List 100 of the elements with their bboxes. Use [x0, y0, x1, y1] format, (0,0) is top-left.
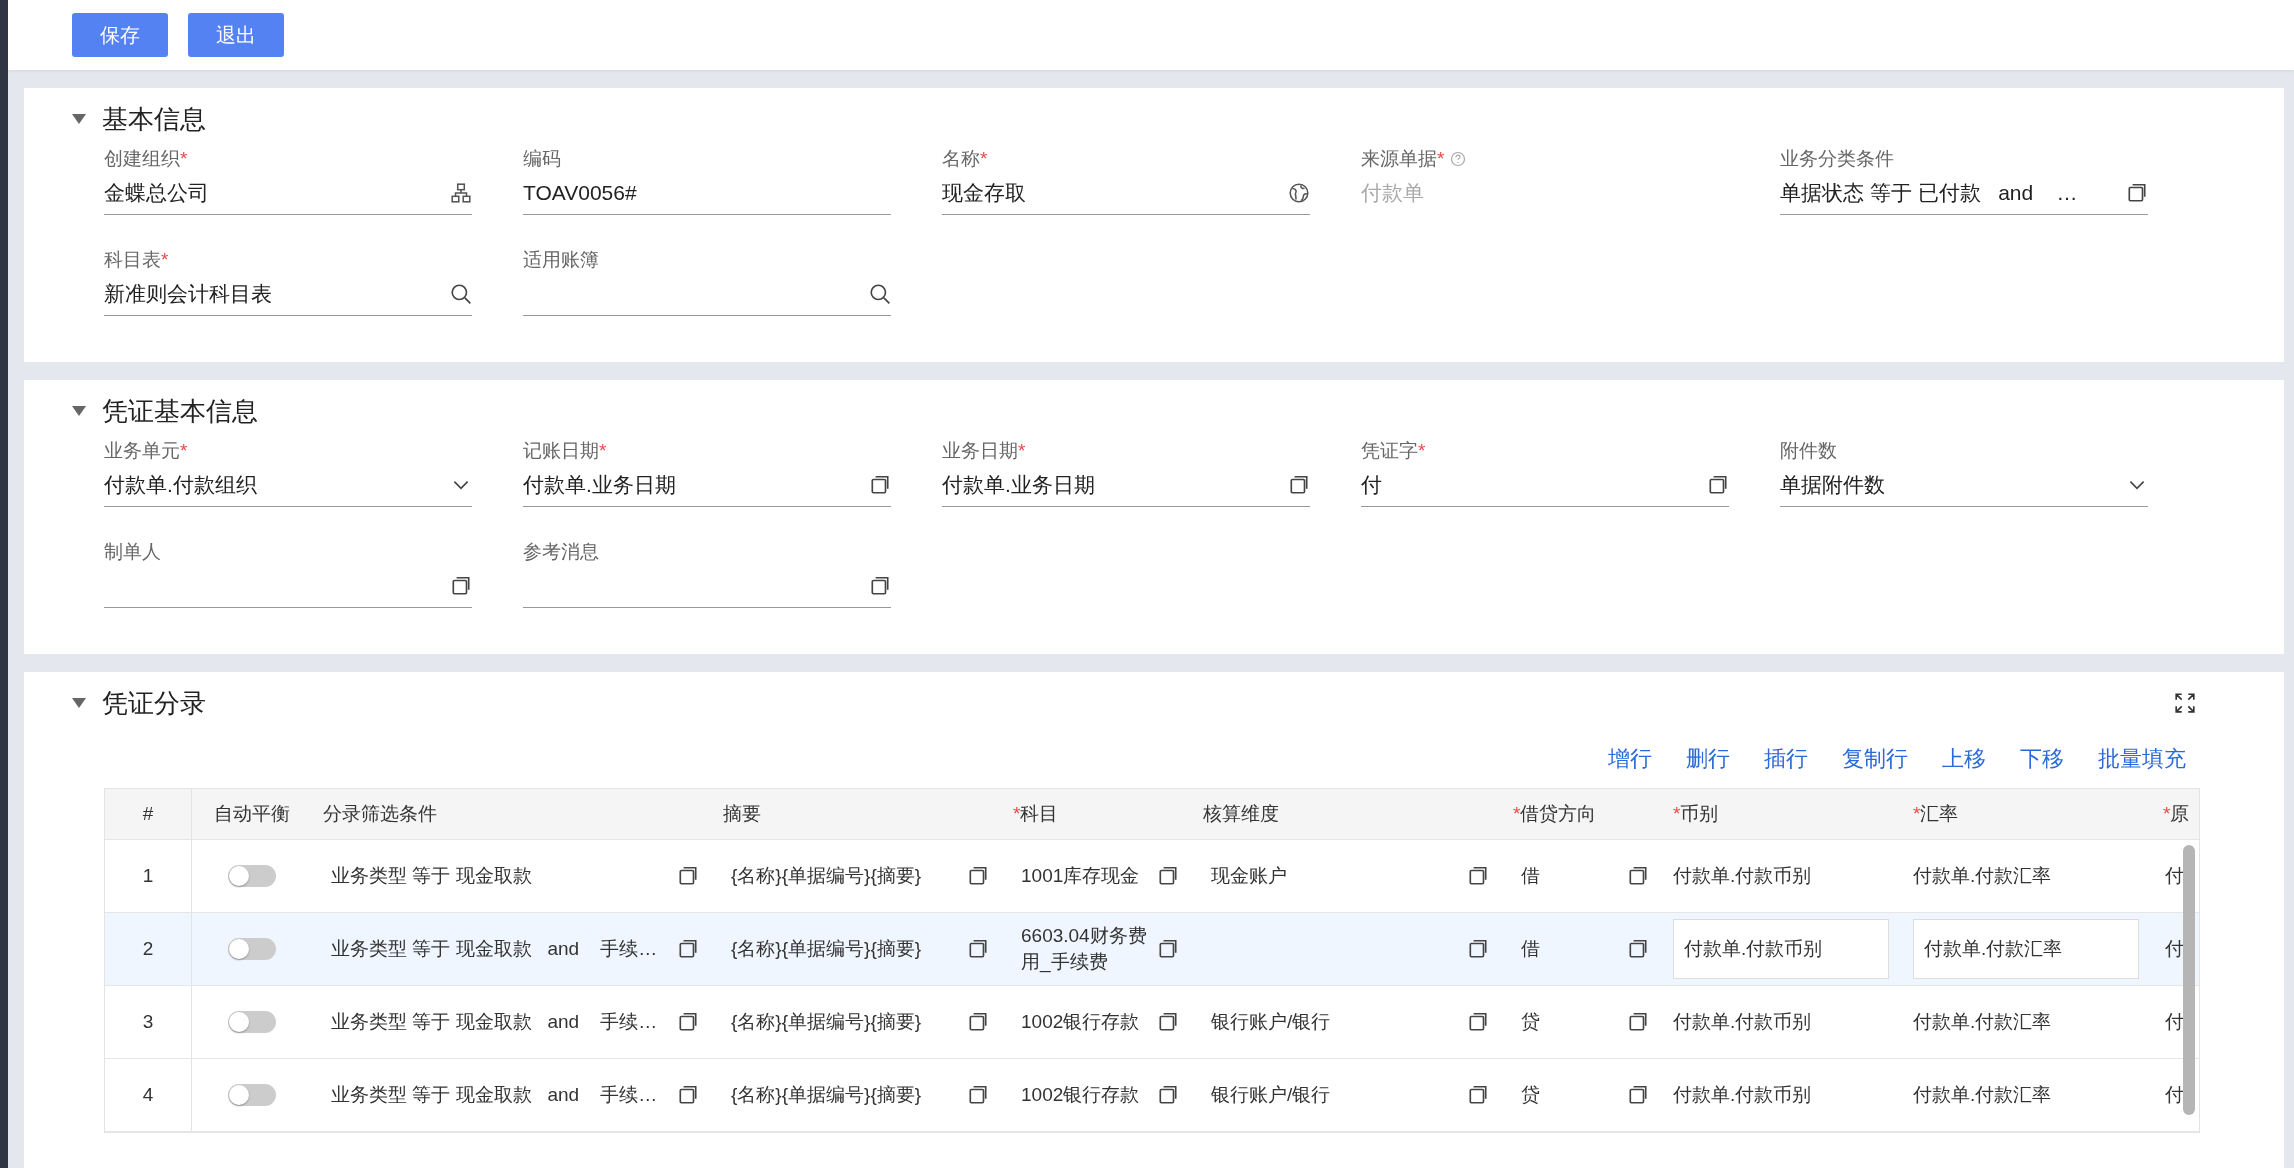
toggle-switch[interactable]	[227, 1084, 276, 1106]
column-header: *币别	[1673, 802, 1719, 826]
input-field[interactable]: 付款单.付款组织	[104, 464, 472, 507]
table-cell-text: 贷	[1521, 1010, 1540, 1034]
input-field[interactable]: 新准则会计科目表	[104, 273, 472, 316]
copy-icon[interactable]	[967, 938, 989, 960]
copy-icon[interactable]	[677, 938, 699, 960]
toggle-switch[interactable]	[227, 1011, 276, 1033]
field-label: 附件数	[1780, 439, 1837, 463]
action-link[interactable]: 上移	[1942, 744, 1986, 774]
input-field[interactable]: 单据状态 等于 已付款 and …	[1780, 172, 2148, 215]
copy-icon[interactable]	[1707, 474, 1729, 496]
table-cell-text: 付款单.付款汇率	[1913, 1083, 2052, 1107]
cell-editor[interactable]: 付款单.付款汇率	[1913, 919, 2139, 979]
table-cell-text: 1002银行存款	[1021, 1010, 1140, 1034]
table-cell-text: 银行账户/银行	[1211, 1083, 1331, 1107]
copy-icon[interactable]	[1627, 865, 1649, 887]
required-asterisk: *	[980, 148, 988, 170]
input-field[interactable]: 单据附件数	[1780, 464, 2148, 507]
collapse-triangle-icon[interactable]	[72, 114, 86, 124]
table-cell-text: 付	[2165, 1083, 2184, 1107]
copy-icon[interactable]	[1627, 1084, 1649, 1106]
org-chart-icon[interactable]	[450, 182, 472, 204]
collapse-triangle-icon[interactable]	[72, 406, 86, 416]
required-asterisk: *	[1018, 440, 1026, 462]
column-header: *汇率	[1913, 802, 1959, 826]
action-link[interactable]: 复制行	[1842, 744, 1908, 774]
table-cell-text: 付	[2165, 1010, 2184, 1034]
table-cell-text: 1002银行存款	[1021, 1083, 1140, 1107]
field-label: 制单人	[104, 540, 161, 564]
toolbar-button[interactable]: 退出	[188, 13, 284, 57]
column-header: 自动平衡	[213, 802, 290, 826]
table-cell-text: 付款单.付款汇率	[1913, 864, 2052, 888]
copy-icon[interactable]	[869, 474, 891, 496]
cell-editor[interactable]: 付款单.付款币别	[1673, 919, 1889, 979]
table-cell-text: {名称}{单据编号}{摘要}	[731, 864, 922, 888]
copy-icon[interactable]	[1467, 865, 1489, 887]
toggle-switch[interactable]	[227, 865, 276, 887]
copy-icon[interactable]	[1467, 1011, 1489, 1033]
search-icon[interactable]	[869, 283, 891, 305]
fullscreen-icon[interactable]	[2174, 692, 2196, 714]
copy-icon[interactable]	[1157, 865, 1179, 887]
column-header: 分录筛选条件	[323, 802, 437, 826]
copy-icon[interactable]	[1288, 474, 1310, 496]
copy-icon[interactable]	[677, 1011, 699, 1033]
copy-icon[interactable]	[2126, 182, 2148, 204]
action-link[interactable]: 增行	[1608, 744, 1652, 774]
copy-icon[interactable]	[1467, 938, 1489, 960]
table-cell-text: 付款单.付款币别	[1673, 864, 1812, 888]
copy-icon[interactable]	[1627, 938, 1649, 960]
input-field[interactable]: 现金存取	[942, 172, 1310, 215]
table-cell-text: 业务类型 等于 现金取款 and 手续…	[331, 1010, 658, 1034]
search-icon[interactable]	[450, 283, 472, 305]
table-cell-text: 付	[2165, 864, 2184, 888]
field-label: 适用账簿	[523, 248, 599, 272]
globe-icon[interactable]	[1288, 182, 1310, 204]
column-header: 摘要	[723, 802, 761, 826]
field-label: 参考消息	[523, 540, 599, 564]
copy-icon[interactable]	[1467, 1084, 1489, 1106]
field-label: 来源单据	[1361, 147, 1437, 171]
action-link[interactable]: 删行	[1686, 744, 1730, 774]
column-header: #	[142, 803, 154, 825]
table-cell-text: {名称}{单据编号}{摘要}	[731, 1083, 922, 1107]
scrollbar[interactable]	[2183, 845, 2195, 1115]
required-asterisk: *	[180, 148, 188, 170]
action-link[interactable]: 批量填充	[2098, 744, 2186, 774]
table-cell-text: 付款单.付款币别	[1673, 1083, 1812, 1107]
section-title: 基本信息	[102, 102, 206, 136]
table-row[interactable]: 2 业务类型 等于 现金取款 and 手续… {名称}{单据编号}{摘要} 6603.04财务费用_手续费 借 付款单.付款币别 付款单.付款汇率 付	[105, 913, 2199, 986]
copy-icon[interactable]	[677, 1084, 699, 1106]
collapse-triangle-icon[interactable]	[72, 698, 86, 708]
table-cell-text: 借	[1521, 937, 1540, 961]
copy-icon[interactable]	[967, 1084, 989, 1106]
row-number: 1	[142, 865, 154, 887]
toolbar-button[interactable]: 保存	[72, 13, 168, 57]
copy-icon[interactable]	[450, 575, 472, 597]
input-field[interactable]: 付款单.业务日期	[523, 464, 891, 507]
action-link[interactable]: 插行	[1764, 744, 1808, 774]
toggle-switch[interactable]	[227, 938, 276, 960]
copy-icon[interactable]	[1157, 1084, 1179, 1106]
column-header: 核算维度	[1203, 802, 1279, 826]
input-field[interactable]: 付	[1361, 464, 1729, 507]
input-field[interactable]: 金蝶总公司	[104, 172, 472, 215]
table-cell-text: 业务类型 等于 现金取款	[331, 864, 532, 888]
column-header: *原	[2163, 802, 2190, 826]
input-field[interactable]: TOAV0056#	[523, 172, 891, 215]
copy-icon[interactable]	[1627, 1011, 1649, 1033]
copy-icon[interactable]	[967, 1011, 989, 1033]
column-header: *科目	[1013, 802, 1059, 826]
field-label: 业务日期	[942, 439, 1018, 463]
copy-icon[interactable]	[1157, 1011, 1179, 1033]
input-field[interactable]: 付款单.业务日期	[942, 464, 1310, 507]
copy-icon[interactable]	[1157, 938, 1179, 960]
copy-icon[interactable]	[967, 865, 989, 887]
copy-icon[interactable]	[869, 575, 891, 597]
action-link[interactable]: 下移	[2020, 744, 2064, 774]
row-number: 4	[142, 1084, 154, 1106]
table-cell-text: {名称}{单据编号}{摘要}	[731, 1010, 922, 1034]
field-label: 业务分类条件	[1780, 147, 1894, 171]
copy-icon[interactable]	[677, 865, 699, 887]
